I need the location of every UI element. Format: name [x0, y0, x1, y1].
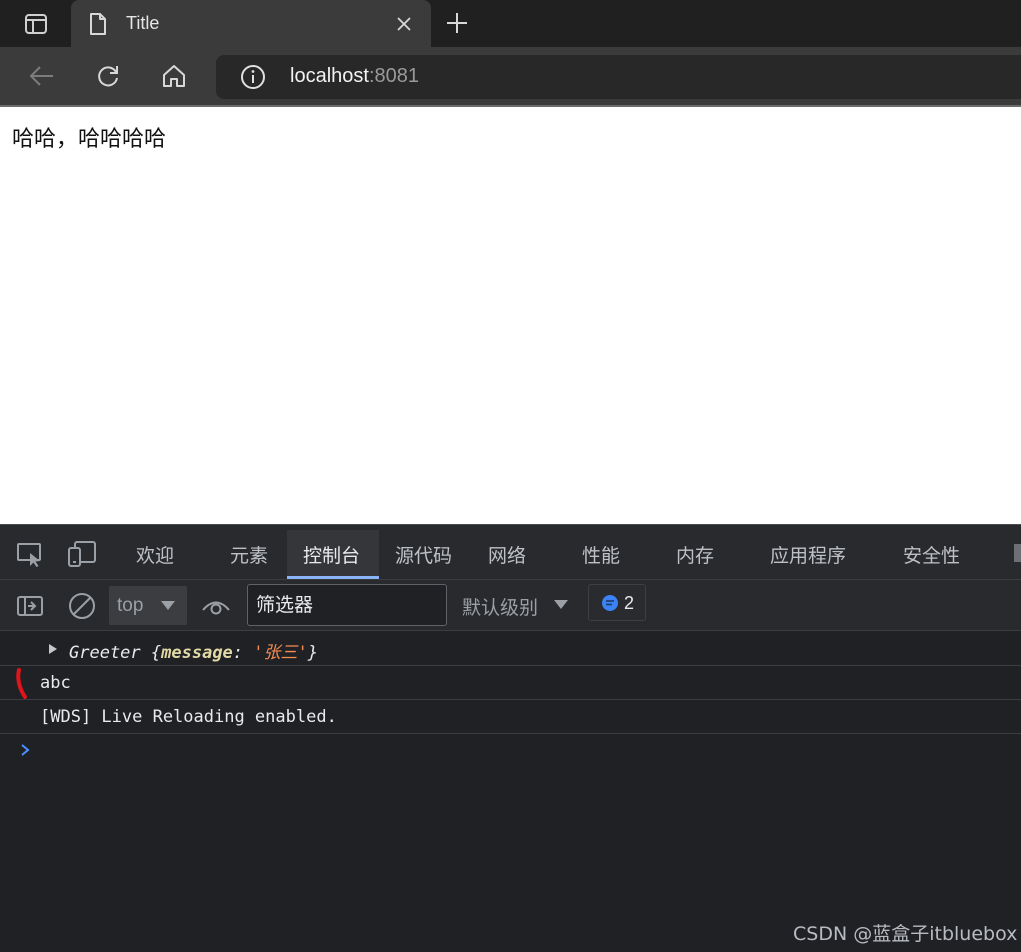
address-bar[interactable]: localhost:8081 [216, 55, 1021, 99]
tab-console[interactable]: 控制台 [303, 541, 360, 568]
clear-console-icon [69, 593, 95, 619]
tab-actions-button[interactable] [14, 10, 58, 38]
console-message-text: abc [40, 673, 71, 693]
tab-title: Title [126, 13, 160, 33]
object-preview: Greeter {message: '张三'} [69, 643, 319, 663]
info-icon[interactable] [240, 64, 266, 90]
new-tab-button[interactable] [443, 9, 471, 37]
tab-performance[interactable]: 性能 [582, 541, 620, 568]
refresh-icon [98, 66, 118, 87]
tab-application[interactable]: 应用程序 [770, 541, 846, 568]
address-url: localhost:8081 [290, 65, 419, 88]
console-message-wds[interactable]: [WDS] Live Reloading enabled. [0, 700, 1021, 734]
inspect-icon [17, 543, 41, 567]
tab-strip: Title [0, 0, 1021, 47]
browser-tab[interactable]: Title [71, 0, 431, 47]
console-message-text: [WDS] Live Reloading enabled. [40, 707, 337, 727]
object-key: message [161, 643, 233, 663]
url-host: localhost [290, 65, 369, 87]
eye-icon [202, 601, 230, 615]
home-button[interactable] [156, 59, 192, 93]
dropdown-arrow-icon [161, 601, 175, 610]
refresh-button[interactable] [90, 59, 126, 93]
tab-network[interactable]: 网络 [488, 541, 526, 568]
devtools-tab-bar: 欢迎 元素 控制台 源代码 网络 性能 内存 应用程序 安全性 [0, 525, 1021, 580]
device-emulation-icon [68, 541, 96, 567]
page-icon [90, 13, 106, 35]
plus-icon [447, 13, 467, 33]
tab-sources[interactable]: 源代码 [395, 541, 452, 568]
tab-overflow-indicator[interactable] [1014, 544, 1021, 562]
vertical-tabs-icon [25, 14, 47, 34]
home-icon [163, 65, 185, 87]
tab-close-button[interactable] [393, 13, 415, 35]
tab-memory[interactable]: 内存 [676, 541, 714, 568]
devtools-panel: 欢迎 元素 控制台 源代码 网络 性能 内存 应用程序 安全性 top 筛选器 … [0, 524, 1021, 952]
sidebar-toggle-icon [17, 596, 43, 616]
show-sidebar-button[interactable] [14, 590, 46, 622]
device-toolbar-button[interactable] [67, 539, 97, 569]
close-icon [397, 17, 411, 31]
browser-toolbar: localhost:8081 [0, 47, 1021, 105]
back-button[interactable] [24, 59, 60, 93]
log-levels-dropdown[interactable]: 默认级别 [462, 593, 538, 620]
back-arrow-icon [29, 66, 53, 86]
object-string-value: '张三' [253, 643, 308, 663]
console-prompt[interactable] [0, 734, 1021, 768]
message-bubble-icon [602, 595, 618, 611]
console-filter-input[interactable] [247, 584, 447, 626]
page-viewport: 哈哈，哈哈哈哈 [0, 107, 1021, 524]
context-selector[interactable]: top [109, 586, 187, 625]
console-toolbar: top 默认级别 2 [0, 580, 1021, 631]
tab-welcome[interactable]: 欢迎 [136, 541, 174, 568]
console-messages: Greeter {message: '张三'} abc [WDS] Live R… [0, 632, 1021, 768]
tab-security[interactable]: 安全性 [903, 541, 960, 568]
issues-counter-button[interactable]: 2 [588, 584, 646, 621]
url-port: :8081 [368, 65, 419, 87]
inspect-element-button[interactable] [15, 539, 45, 569]
prompt-caret-icon [21, 744, 30, 756]
page-content-text: 哈哈，哈哈哈哈 [12, 127, 167, 152]
console-message-abc[interactable]: abc [0, 666, 1021, 700]
active-tab-underline [287, 576, 379, 579]
object-class-name: Greeter [69, 643, 141, 663]
tab-elements[interactable]: 元素 [230, 541, 268, 568]
levels-dropdown-arrow-icon[interactable] [553, 599, 569, 610]
message-count: 2 [624, 593, 635, 613]
context-value: top [117, 595, 144, 616]
live-expression-button[interactable] [200, 590, 232, 622]
console-message-object[interactable]: Greeter {message: '张三'} [0, 632, 1021, 666]
watermark: CSDN @蓝盒子itbluebox [793, 923, 1018, 945]
clear-console-button[interactable] [66, 590, 98, 622]
annotation-mark [16, 668, 27, 699]
expand-triangle-icon[interactable] [48, 643, 58, 655]
